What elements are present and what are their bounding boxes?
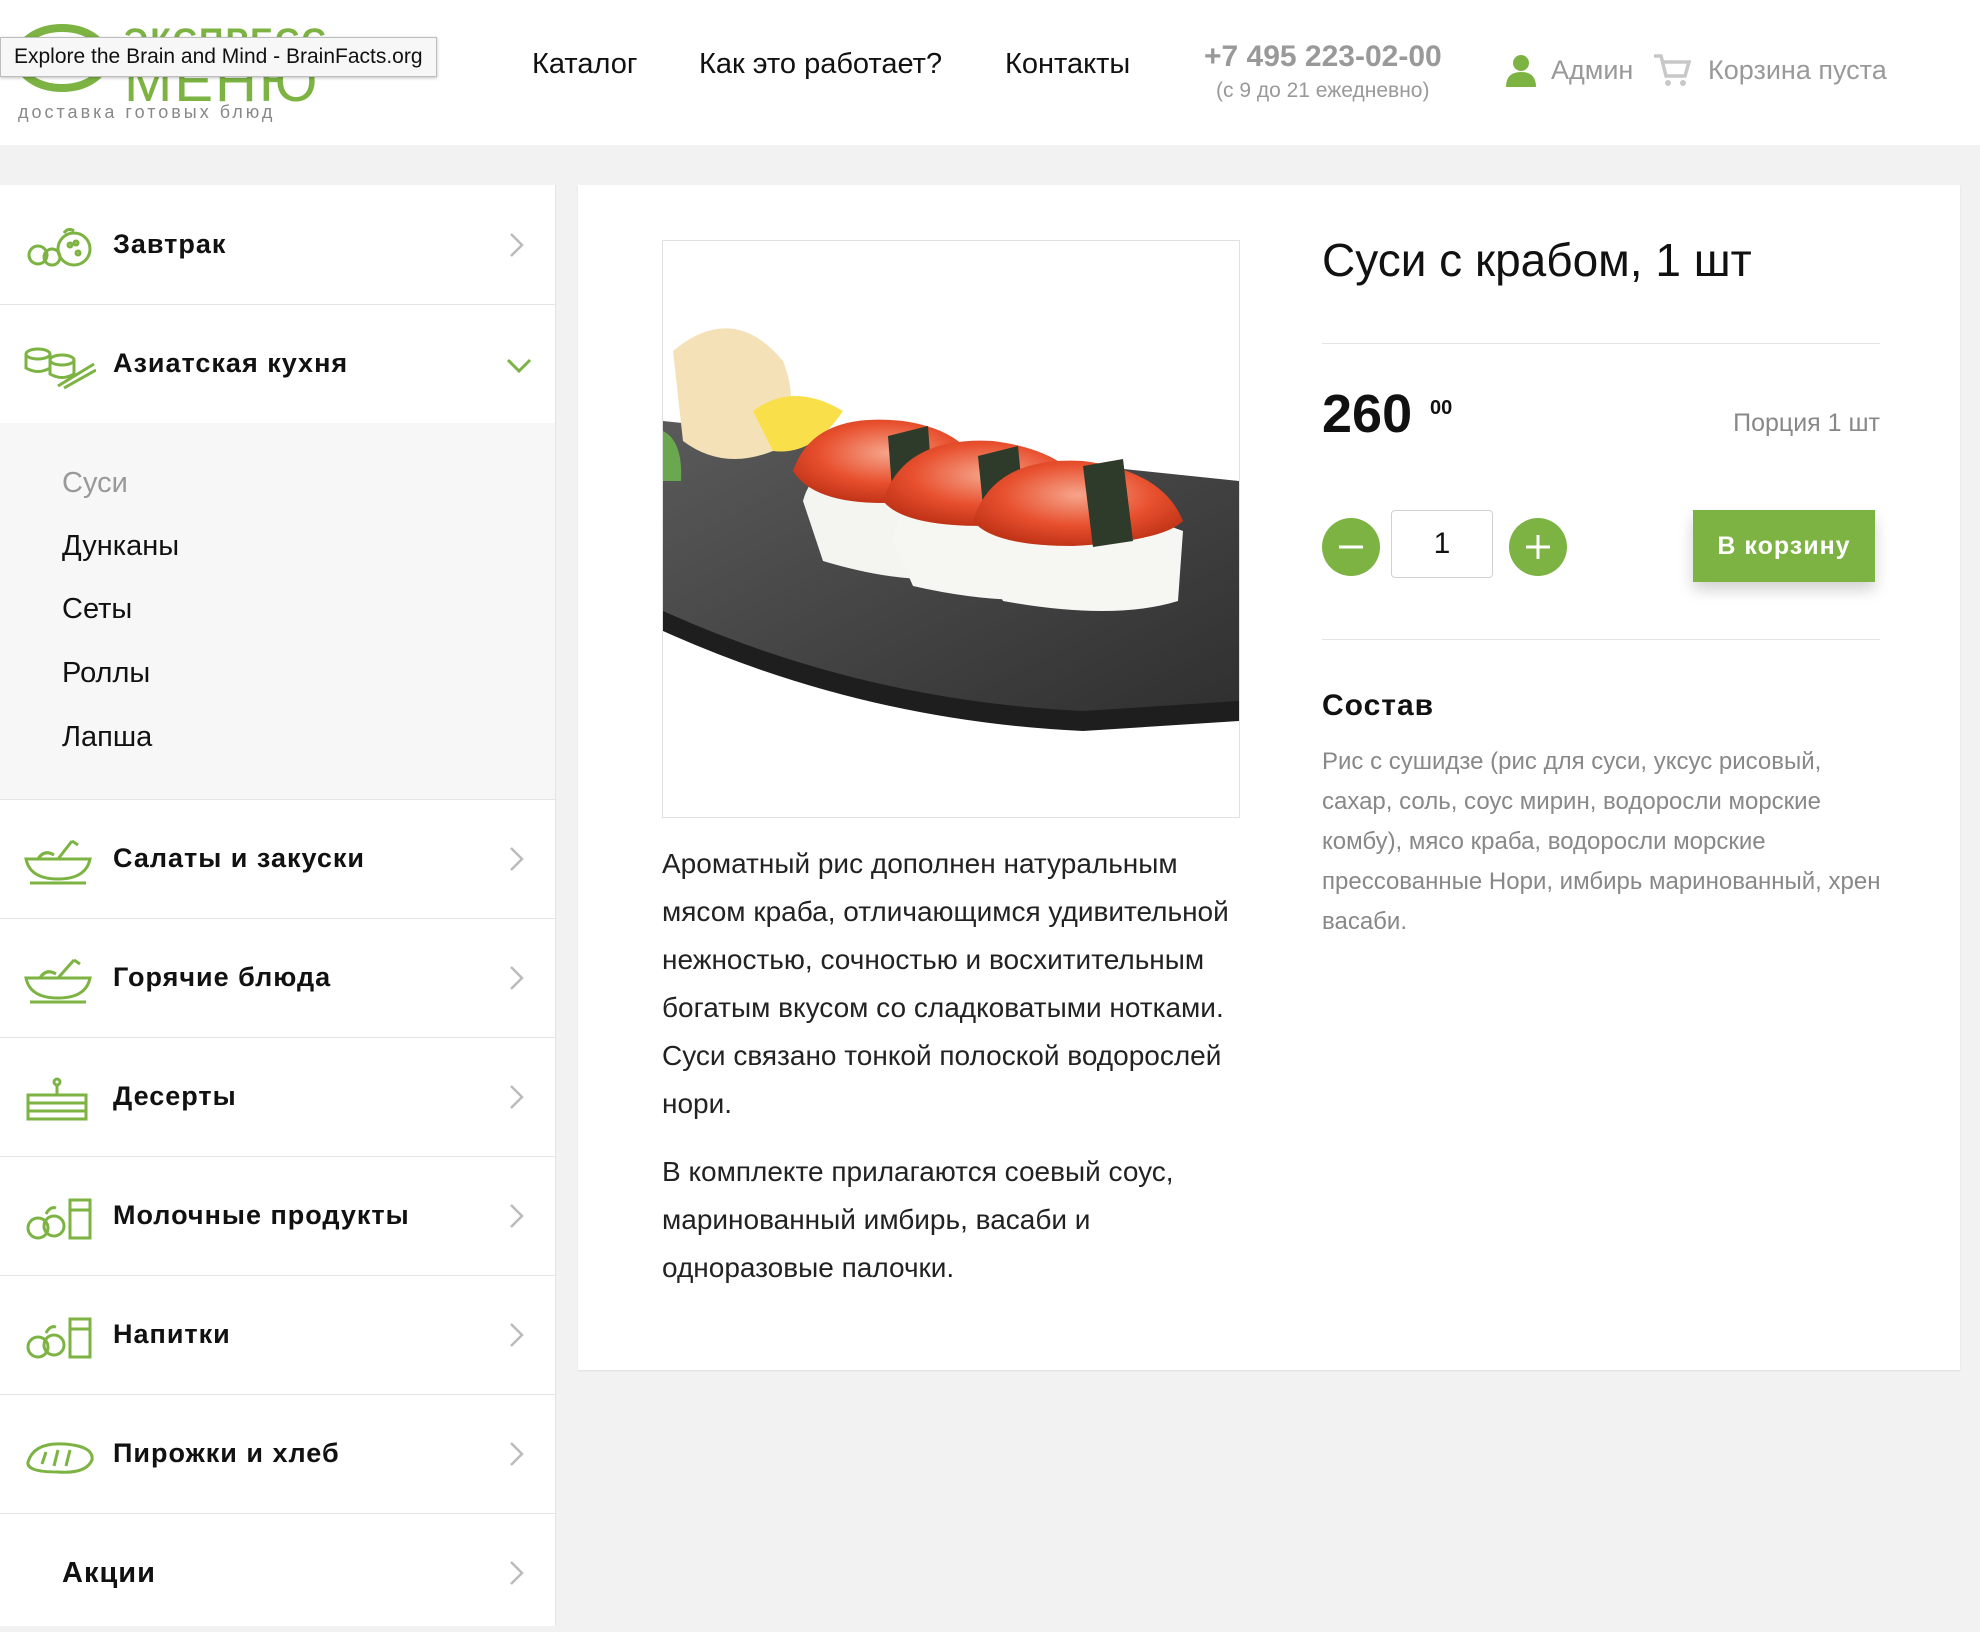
subcategory-rolls[interactable]: Роллы bbox=[62, 657, 150, 690]
chevron-right-icon bbox=[510, 1085, 524, 1109]
subcategory-list: Суси Дунканы Сеты Роллы Лапша bbox=[0, 423, 555, 800]
category-label: Десерты bbox=[113, 1081, 237, 1111]
phone-number[interactable]: +7 495 223-02-00 bbox=[1204, 40, 1442, 74]
chevron-right-icon bbox=[510, 1204, 524, 1228]
composition-title: Состав bbox=[1322, 689, 1435, 722]
category-label: Завтрак bbox=[113, 229, 227, 259]
category-asian[interactable]: Азиатская кухня bbox=[0, 304, 555, 424]
composition-text: Рис с сушидзе (рис для суси, уксус рисов… bbox=[1322, 748, 1881, 935]
category-salads[interactable]: Салаты и закуски bbox=[0, 799, 555, 919]
category-label: Азиатская кухня bbox=[113, 348, 349, 378]
product-price: 260 bbox=[1322, 384, 1413, 444]
nav-catalog[interactable]: Каталог bbox=[532, 48, 637, 81]
category-label: Напитки bbox=[113, 1319, 231, 1349]
product-photo[interactable] bbox=[662, 240, 1240, 818]
site-header: ЭКСПРЕСС МЕНЮ доставка готовых блюд Expl… bbox=[0, 0, 1980, 145]
minus-icon bbox=[1339, 545, 1363, 549]
divider bbox=[1322, 343, 1880, 344]
admin-label: Админ bbox=[1551, 54, 1634, 85]
quantity-input[interactable] bbox=[1391, 510, 1493, 578]
breakfast-icon bbox=[27, 227, 92, 267]
product-title: Суси с крабом, 1 шт bbox=[1322, 234, 1752, 286]
product-portion: Порция 1 шт bbox=[1733, 409, 1880, 437]
user-icon bbox=[1506, 55, 1536, 87]
bread-icon bbox=[26, 1442, 94, 1474]
add-to-cart-button[interactable]: В корзину bbox=[1693, 510, 1875, 582]
chevron-right-icon bbox=[510, 1442, 524, 1466]
cart-icon bbox=[1654, 54, 1692, 86]
hot-dish-icon bbox=[24, 958, 92, 1004]
category-hot-dishes[interactable]: Горячие блюда bbox=[0, 918, 555, 1038]
category-label: Молочные продукты bbox=[113, 1200, 410, 1230]
browser-tooltip: Explore the Brain and Mind - BrainFacts.… bbox=[0, 37, 437, 77]
chevron-right-icon bbox=[510, 847, 524, 871]
chevron-right-icon bbox=[510, 1323, 524, 1347]
category-label: Пирожки и хлеб bbox=[113, 1438, 340, 1468]
sushi-image bbox=[663, 241, 1239, 817]
plus-icon bbox=[1526, 535, 1550, 559]
quantity-decrease-button[interactable] bbox=[1322, 518, 1380, 576]
logo-tagline: доставка готовых блюд bbox=[18, 102, 276, 122]
cart-label: Корзина пуста bbox=[1708, 54, 1887, 85]
cake-icon bbox=[26, 1077, 88, 1121]
chevron-down-icon bbox=[506, 358, 532, 374]
category-label: Салаты и закуски bbox=[113, 843, 365, 873]
subcategory-dunkany[interactable]: Дунканы bbox=[62, 530, 179, 563]
nav-contacts[interactable]: Контакты bbox=[1005, 48, 1130, 81]
category-sidebar: Завтрак Азиатская кухня Суси Дунканы Сет… bbox=[0, 185, 556, 1626]
product-description: Ароматный рис дополнен натуральным мясом… bbox=[662, 840, 1242, 1312]
category-desserts[interactable]: Десерты bbox=[0, 1037, 555, 1157]
chevron-right-icon bbox=[510, 966, 524, 990]
chevron-right-icon bbox=[510, 233, 524, 257]
chevron-right-icon bbox=[510, 1561, 524, 1585]
subcategory-sets[interactable]: Сеты bbox=[62, 593, 132, 626]
description-paragraph: Ароматный рис дополнен натуральным мясом… bbox=[662, 848, 1229, 1119]
category-label: Горячие блюда bbox=[113, 962, 332, 992]
subcategory-sushi[interactable]: Суси bbox=[62, 467, 128, 500]
product-card: Ароматный рис дополнен натуральным мясом… bbox=[578, 185, 1960, 1370]
category-bread[interactable]: Пирожки и хлеб bbox=[0, 1394, 555, 1514]
phone-hours: (с 9 до 21 ежедневно) bbox=[1216, 79, 1430, 102]
category-promotions[interactable]: Акции bbox=[0, 1513, 555, 1632]
category-drinks[interactable]: Напитки bbox=[0, 1275, 555, 1395]
cart-link[interactable]: Корзина пуста bbox=[1652, 52, 1887, 88]
drinks-icon bbox=[26, 1317, 92, 1359]
salad-bowl-icon bbox=[24, 839, 92, 885]
quantity-increase-button[interactable] bbox=[1509, 518, 1567, 576]
nav-how-it-works[interactable]: Как это работает? bbox=[699, 48, 942, 81]
category-label: Акции bbox=[62, 1557, 156, 1589]
category-dairy[interactable]: Молочные продукты bbox=[0, 1156, 555, 1276]
category-breakfast[interactable]: Завтрак bbox=[0, 185, 555, 305]
product-price-cents: 00 bbox=[1430, 397, 1453, 419]
sushi-roll-icon bbox=[24, 347, 96, 390]
subcategory-noodles[interactable]: Лапша bbox=[62, 721, 152, 754]
divider bbox=[1322, 639, 1880, 640]
dairy-icon bbox=[26, 1198, 92, 1240]
admin-link[interactable]: Админ bbox=[1503, 52, 1633, 88]
description-paragraph: В комплекте прилагаются соевый соус, мар… bbox=[662, 1156, 1174, 1283]
